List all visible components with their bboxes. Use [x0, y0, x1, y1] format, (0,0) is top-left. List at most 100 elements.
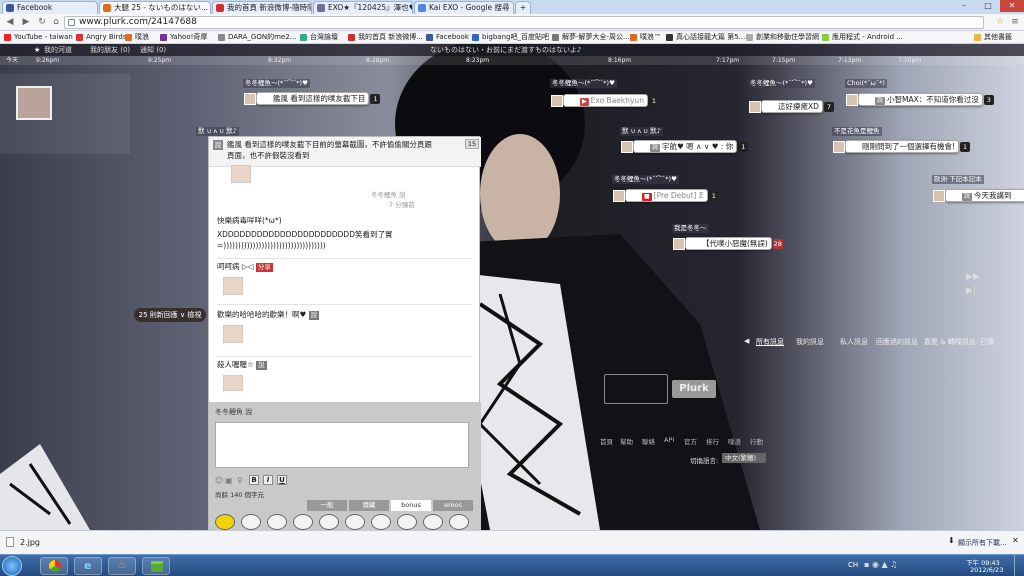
filter-mine[interactable]: 我的訊息: [796, 337, 824, 347]
response-author[interactable]: 快樂病毒咩咩(*ω*): [217, 215, 471, 226]
filter-private[interactable]: 私人訊息: [840, 337, 868, 347]
tab-google[interactable]: Kai EXO - Google 搜尋: [414, 1, 514, 14]
plurk-bubble[interactable]: 說小智MAX：不知道你看过沒 3: [846, 93, 994, 106]
avatar[interactable]: [16, 86, 52, 120]
footer-link[interactable]: 行動: [750, 436, 763, 446]
bookmark-item[interactable]: bigbang吧_百度貼吧: [472, 31, 549, 43]
footer-link[interactable]: 首頁: [600, 436, 613, 446]
bookmark-item[interactable]: 我的首頁 新浪微博...: [348, 31, 423, 43]
emoji-icon[interactable]: [267, 514, 287, 530]
emoji-icon[interactable]: [345, 514, 365, 530]
response-author[interactable]: 歡樂的哈哈哈的歡樂！啊♥: [217, 310, 306, 319]
bookmark-item[interactable]: Angry Birds: [76, 31, 127, 43]
filter-read[interactable]: 已讀: [980, 337, 994, 347]
response-author[interactable]: 殺人喔喔☆: [217, 360, 254, 369]
filter-responded[interactable]: 回應過的訊息: [876, 337, 918, 347]
menu-icon[interactable]: ≡: [1009, 16, 1021, 28]
ie-icon[interactable]: e: [74, 557, 102, 575]
bookmark-item[interactable]: 噗浪™: [630, 31, 661, 43]
reload-icon[interactable]: ↻: [36, 16, 48, 28]
link-icon[interactable]: ⚲: [237, 476, 243, 485]
tab-facebook[interactable]: Facebook: [2, 1, 98, 14]
underline-button[interactable]: U: [277, 475, 287, 485]
plurk-username[interactable]: 默 ∪ ʌ ∪ 默♪: [196, 127, 239, 136]
nav-notifications[interactable]: 通知 (0): [140, 44, 166, 56]
show-desktop-button[interactable]: [1014, 555, 1024, 576]
emoji-icon[interactable]: [293, 514, 313, 530]
plurk-bubble[interactable]: ▶ Exo Baekhyun 1: [551, 94, 659, 107]
new-responses-button[interactable]: 25 則新回應 ∨ 檢視: [134, 308, 206, 322]
emoji-icon[interactable]: [397, 514, 417, 530]
response-author[interactable]: 呵呵病 ▷◁: [217, 262, 253, 271]
plurk-username[interactable]: 不是花魚是鯉魚: [832, 127, 882, 136]
star-icon[interactable]: ☆: [994, 16, 1006, 28]
forward-icon[interactable]: ▶: [20, 16, 32, 28]
plurk-button[interactable]: Plurk: [672, 380, 716, 398]
maximize-icon[interactable]: □: [976, 0, 1000, 12]
nav-my-timeline[interactable]: 我的河道: [44, 44, 72, 56]
bookmark-item[interactable]: 應用程式 - Android ...: [822, 31, 903, 43]
home-icon[interactable]: ⌂: [50, 16, 62, 28]
emoji-tab-bonus[interactable]: bonus: [391, 500, 431, 511]
plurk-username[interactable]: 冬冬鯉魚～(*ˇ⌒ˇ*)♥: [612, 175, 679, 184]
plurk-bubble[interactable]: 說宇航♥ 嗯 ∧ ∨ ♥ : 你1: [621, 140, 749, 153]
back-icon[interactable]: ◀: [4, 16, 16, 28]
tab-exo[interactable]: EXO★『120425』澤也♥ 些...: [313, 1, 413, 14]
bookmark-item[interactable]: 台灣論壇: [300, 31, 338, 43]
language-select[interactable]: 中文(繁體): [722, 453, 766, 463]
bookmark-item[interactable]: 解夢-解夢大全-周公...: [552, 31, 630, 43]
close-icon[interactable]: ✕: [1000, 0, 1024, 12]
minecraft-icon[interactable]: [142, 557, 170, 575]
language-indicator[interactable]: CH: [848, 561, 858, 569]
emoji-icon[interactable]: [371, 514, 391, 530]
footer-link[interactable]: 聯絡: [642, 436, 655, 446]
emoji-icon[interactable]: [423, 514, 443, 530]
show-all-downloads-link[interactable]: 顯示所有下載...: [958, 538, 1007, 548]
footer-link[interactable]: 排行: [706, 436, 719, 446]
scroll-end-icon[interactable]: ▶|: [966, 286, 976, 296]
emoticon-icon[interactable]: ☺: [215, 476, 223, 485]
response-image-thumbnail[interactable]: [223, 375, 243, 391]
plurk-bubble[interactable]: 鑑風 看到這樣的噗友截下目 1: [244, 92, 381, 105]
bookmark-item[interactable]: Facebook: [426, 31, 469, 43]
footer-link[interactable]: 幫助: [620, 436, 633, 446]
minimize-icon[interactable]: –: [952, 0, 976, 12]
bookmark-item[interactable]: YouTube - taiwan: [4, 31, 73, 43]
footer-link[interactable]: 噗浪: [728, 436, 741, 446]
scroll-right-icon[interactable]: ▶▶: [966, 272, 980, 282]
nav-my-friends[interactable]: 我的朋友 (0): [90, 44, 130, 56]
response-textarea[interactable]: [215, 422, 469, 468]
plurk-bubble[interactable]: ■ [Pre Debut] E1: [613, 189, 719, 202]
plurk-bubble[interactable]: 【代噗小惡魔(無誤) 28: [673, 237, 783, 250]
chrome-icon[interactable]: [40, 557, 68, 575]
bookmark-item[interactable]: 噗浪: [125, 31, 149, 43]
plurk-bubble[interactable]: 說今天我講到: [933, 189, 1024, 202]
emoji-icon[interactable]: [319, 514, 339, 530]
plurk-username[interactable]: 歐洲·下記本記本: [932, 175, 984, 184]
bold-button[interactable]: B: [249, 475, 259, 485]
clock-date[interactable]: 2012/6/23: [970, 566, 1003, 574]
bookmark-item[interactable]: DARA_GON的me2...: [218, 31, 296, 43]
emoji-icon[interactable]: [449, 514, 469, 530]
image-upload-icon[interactable]: ▣: [225, 476, 233, 485]
footer-link[interactable]: API: [664, 436, 674, 444]
emoji-tab-emos[interactable]: emos: [433, 500, 473, 511]
plurk-bubble[interactable]: 這好療癒XD 7: [749, 100, 834, 113]
bookmark-item[interactable]: Yahoo!奇摩: [160, 31, 207, 43]
new-tab-button[interactable]: +: [515, 1, 531, 14]
plurk-username[interactable]: 冬冬鯉魚～(*ˇ⌒ˇ*)♥: [748, 79, 815, 88]
emoji-tab-general[interactable]: 一般: [307, 500, 347, 511]
bookmark-item[interactable]: 真心話接龍大篇 第5...: [666, 31, 745, 43]
response-image-thumbnail[interactable]: [223, 325, 243, 343]
tab-weibo[interactable]: 我的首頁 新浪微博-隨時隨...: [212, 1, 312, 14]
download-item[interactable]: 2.jpg: [20, 538, 40, 547]
close-icon[interactable]: ✕: [1012, 536, 1019, 545]
plurk-username[interactable]: 冬冬鯉魚～(*ˇ⌒ˇ*)♥: [243, 79, 310, 88]
plurk-bubble[interactable]: 剛剛問到了一個選擇有機會! 1: [833, 140, 971, 153]
java-icon[interactable]: ♨: [108, 557, 136, 575]
start-button[interactable]: [2, 556, 22, 576]
italic-button[interactable]: I: [263, 475, 273, 485]
other-bookmarks[interactable]: 其他書籤: [974, 31, 1012, 43]
tray-icons[interactable]: ▪ ◉ ▲ ♫: [864, 560, 897, 569]
tab-plurk[interactable]: 大腿 25 - ないものはない...: [99, 1, 211, 14]
